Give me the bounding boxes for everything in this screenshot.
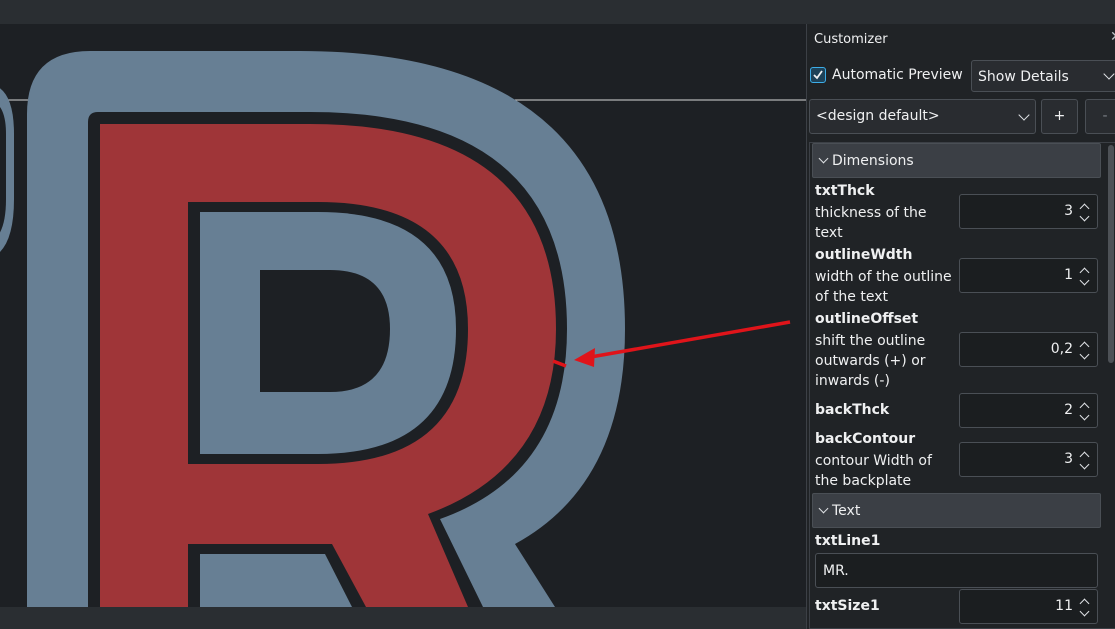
param-name-backcontour: backContour: [815, 431, 916, 447]
chevron-down-icon: [818, 153, 829, 164]
param-name-txtsize1: txtSize1: [815, 598, 880, 614]
spinbox-value: 2: [1064, 402, 1073, 418]
3d-preview-viewport[interactable]: [0, 24, 806, 607]
chevron-down-icon: [1103, 68, 1115, 80]
param-name-outlinewdth: outlineWdth: [815, 247, 913, 263]
r-counter-hole: [260, 270, 390, 392]
param-name-txtline1: txtLine1: [815, 533, 881, 549]
group-label: Dimensions: [832, 153, 914, 169]
param-name-txtthck: txtThck: [815, 183, 875, 199]
preview-render: [0, 51, 806, 607]
add-preset-button[interactable]: +: [1041, 99, 1078, 134]
txtthck-spinbox[interactable]: 3: [959, 194, 1098, 229]
backthck-spinbox[interactable]: 2: [959, 393, 1098, 428]
preset-value: <design default>: [816, 108, 940, 124]
chevron-down-icon: [818, 503, 829, 514]
spinbox-value: 3: [1064, 203, 1073, 219]
chevron-down-icon[interactable]: [1079, 459, 1090, 470]
customizer-panel: Customizer ✕ Automatic Preview Show Deta…: [806, 24, 1115, 629]
group-header-text[interactable]: Text: [812, 493, 1101, 528]
chevron-down-icon[interactable]: [1079, 410, 1090, 421]
remove-preset-button[interactable]: -: [1085, 99, 1115, 134]
spinbox-value: 11: [1055, 598, 1073, 614]
param-desc-txtthck: thickness of the text: [815, 205, 927, 241]
param-desc-backcontour: contour Width of the backplate: [815, 453, 932, 489]
txtsize1-spinbox[interactable]: 11: [959, 589, 1098, 624]
outlinewdth-spinbox[interactable]: 1: [959, 258, 1098, 293]
top-toolbar: [0, 0, 1115, 24]
chevron-down-icon: [1018, 109, 1030, 121]
preset-combo[interactable]: <design default>: [809, 99, 1036, 134]
param-desc-outlinewdth: width of the outline of the text: [815, 269, 952, 305]
chevron-down-icon[interactable]: [1079, 211, 1090, 222]
txtline1-field[interactable]: [815, 553, 1098, 588]
param-name-outlineoffset: outlineOffset: [815, 311, 919, 327]
close-icon[interactable]: ✕: [1110, 29, 1115, 45]
param-desc-outlineoffset: shift the outline outwards (+) or inward…: [815, 333, 926, 389]
vertical-scrollbar[interactable]: [1107, 143, 1115, 628]
automatic-preview-checkbox[interactable]: [810, 67, 826, 83]
panel-title: Customizer: [814, 32, 888, 47]
txtline1-input[interactable]: [816, 554, 1097, 587]
spinbox-value: 1: [1064, 267, 1073, 283]
backcontour-spinbox[interactable]: 3: [959, 442, 1098, 477]
group-label: Text: [832, 503, 861, 519]
spinbox-value: 0,2: [1050, 341, 1073, 357]
parameters-scroll-area[interactable]: Dimensions txtThck thickness of the text…: [809, 142, 1115, 629]
outlineoffset-spinbox[interactable]: 0,2: [959, 332, 1098, 367]
chevron-down-icon[interactable]: [1079, 275, 1090, 286]
group-header-dimensions[interactable]: Dimensions: [812, 143, 1101, 178]
chevron-down-icon[interactable]: [1079, 606, 1090, 617]
chevron-down-icon[interactable]: [1079, 349, 1090, 360]
spinbox-value: 3: [1064, 451, 1073, 467]
checkmark-icon: [813, 70, 823, 80]
scrollbar-thumb[interactable]: [1108, 145, 1114, 363]
automatic-preview-label[interactable]: Automatic Preview: [832, 67, 963, 83]
bottom-status-bar: [0, 607, 806, 629]
show-details-value: Show Details: [978, 69, 1069, 85]
param-name-backthck: backThck: [815, 402, 890, 418]
show-details-combo[interactable]: Show Details: [971, 60, 1115, 92]
